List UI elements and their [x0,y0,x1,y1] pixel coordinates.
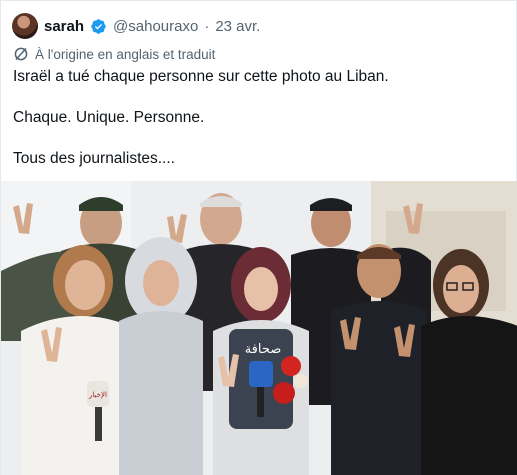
tweet-card[interactable]: sarah @sahouraxo · 23 avr. À l'origine e… [0,0,517,475]
display-name[interactable]: sarah [44,18,84,35]
tweet-photo[interactable]: صحافة الإخبار [1,181,517,475]
tweet-header: sarah @sahouraxo · 23 avr. [12,12,260,40]
translation-note: À l'origine en anglais et traduit [13,46,215,62]
group-photo-illustration: صحافة الإخبار [1,181,517,475]
tweet-text: Israël a tué chaque personne sur cette p… [13,67,503,169]
translate-icon [14,47,28,61]
translation-note-text: À l'origine en anglais et traduit [35,46,216,62]
tweet-paragraph: Israël a tué chaque personne sur cette p… [13,68,389,85]
verified-badge-icon[interactable] [90,18,107,35]
avatar[interactable] [12,13,38,39]
tweet-date[interactable]: 23 avr. [215,18,260,35]
separator-dot: · [204,17,210,35]
microphone-label: الإخبار [88,391,107,399]
tweet-paragraph: Chaque. Unique. Personne. [13,109,205,126]
user-handle[interactable]: @sahouraxo [113,18,198,35]
tweet-paragraph: Tous des journalistes.... [13,150,175,167]
vest-press-label: صحافة [245,342,282,357]
